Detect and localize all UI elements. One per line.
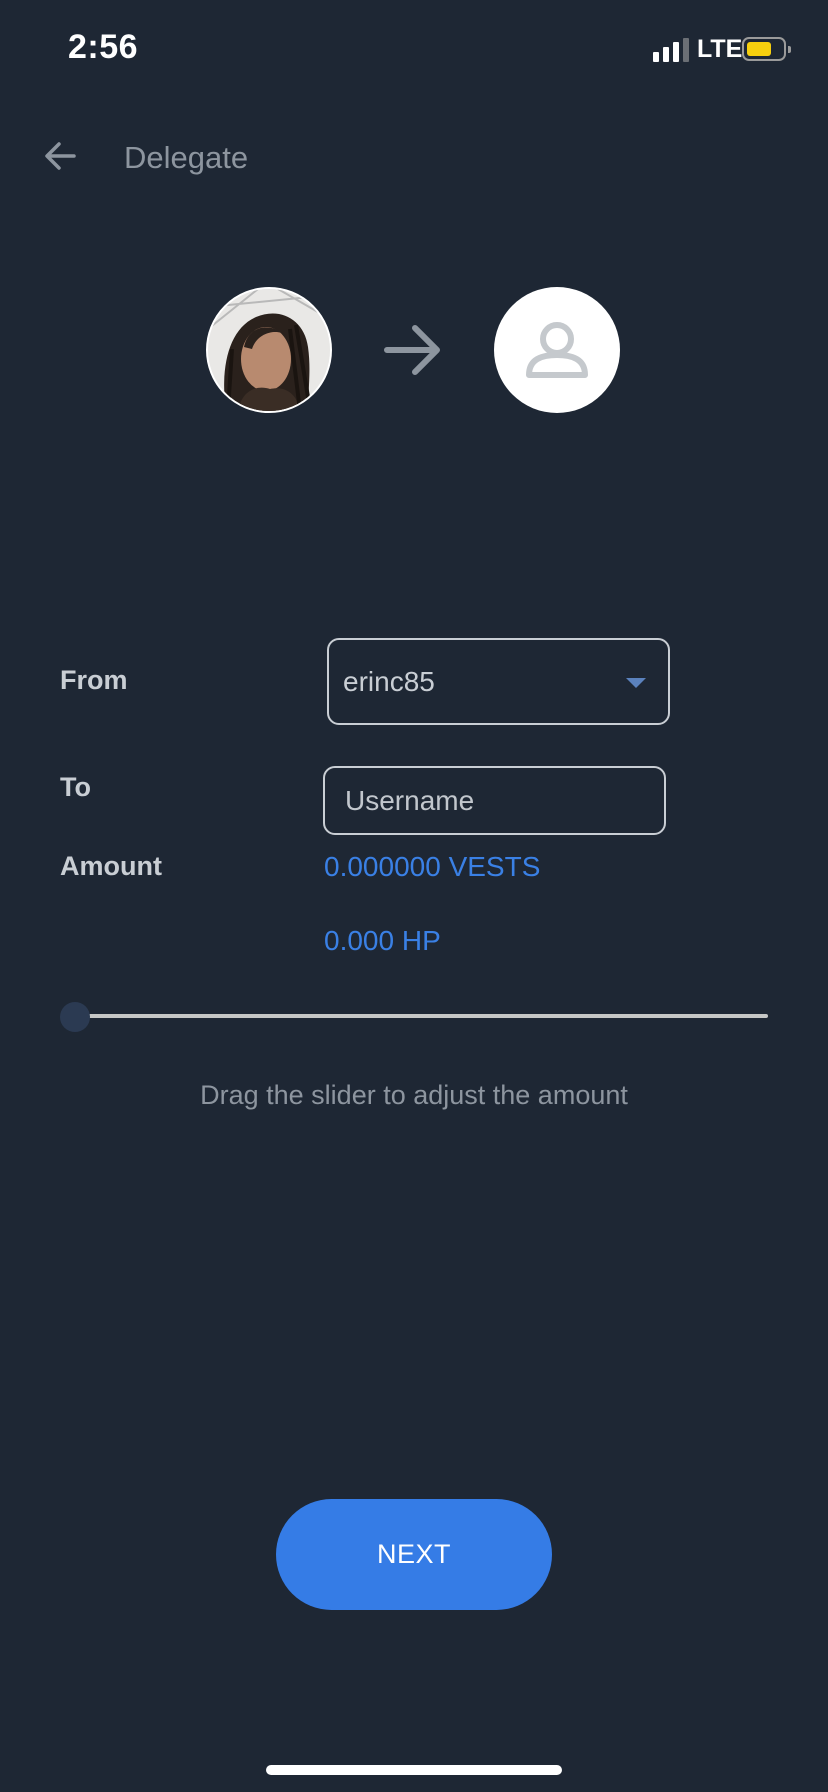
network-label: LTE	[697, 35, 743, 63]
back-arrow-icon[interactable]	[40, 136, 80, 176]
to-username-input[interactable]	[323, 766, 666, 835]
signal-icon	[653, 38, 689, 62]
amount-hp: 0.000 HP	[324, 925, 441, 956]
next-button[interactable]: NEXT	[276, 1499, 552, 1610]
chevron-down-icon	[626, 678, 646, 688]
from-user-avatar	[206, 287, 332, 413]
slider-hint: Drag the slider to adjust the amount	[200, 1080, 628, 1110]
amount-slider-track[interactable]	[74, 1014, 768, 1018]
home-indicator	[266, 1765, 562, 1775]
status-time: 2:56	[68, 28, 139, 66]
to-user-avatar-placeholder	[494, 287, 620, 413]
to-label: To	[60, 772, 91, 802]
amount-vests: 0.000000 VESTS	[324, 851, 541, 882]
from-label: From	[60, 665, 128, 695]
from-account-value: erinc85	[343, 666, 435, 697]
battery-icon	[742, 37, 791, 61]
page-title: Delegate	[124, 140, 249, 175]
from-account-dropdown[interactable]: erinc85	[327, 638, 670, 725]
arrow-right-icon	[383, 320, 443, 380]
amount-label: Amount	[60, 851, 162, 881]
amount-slider-thumb[interactable]	[60, 1002, 90, 1032]
